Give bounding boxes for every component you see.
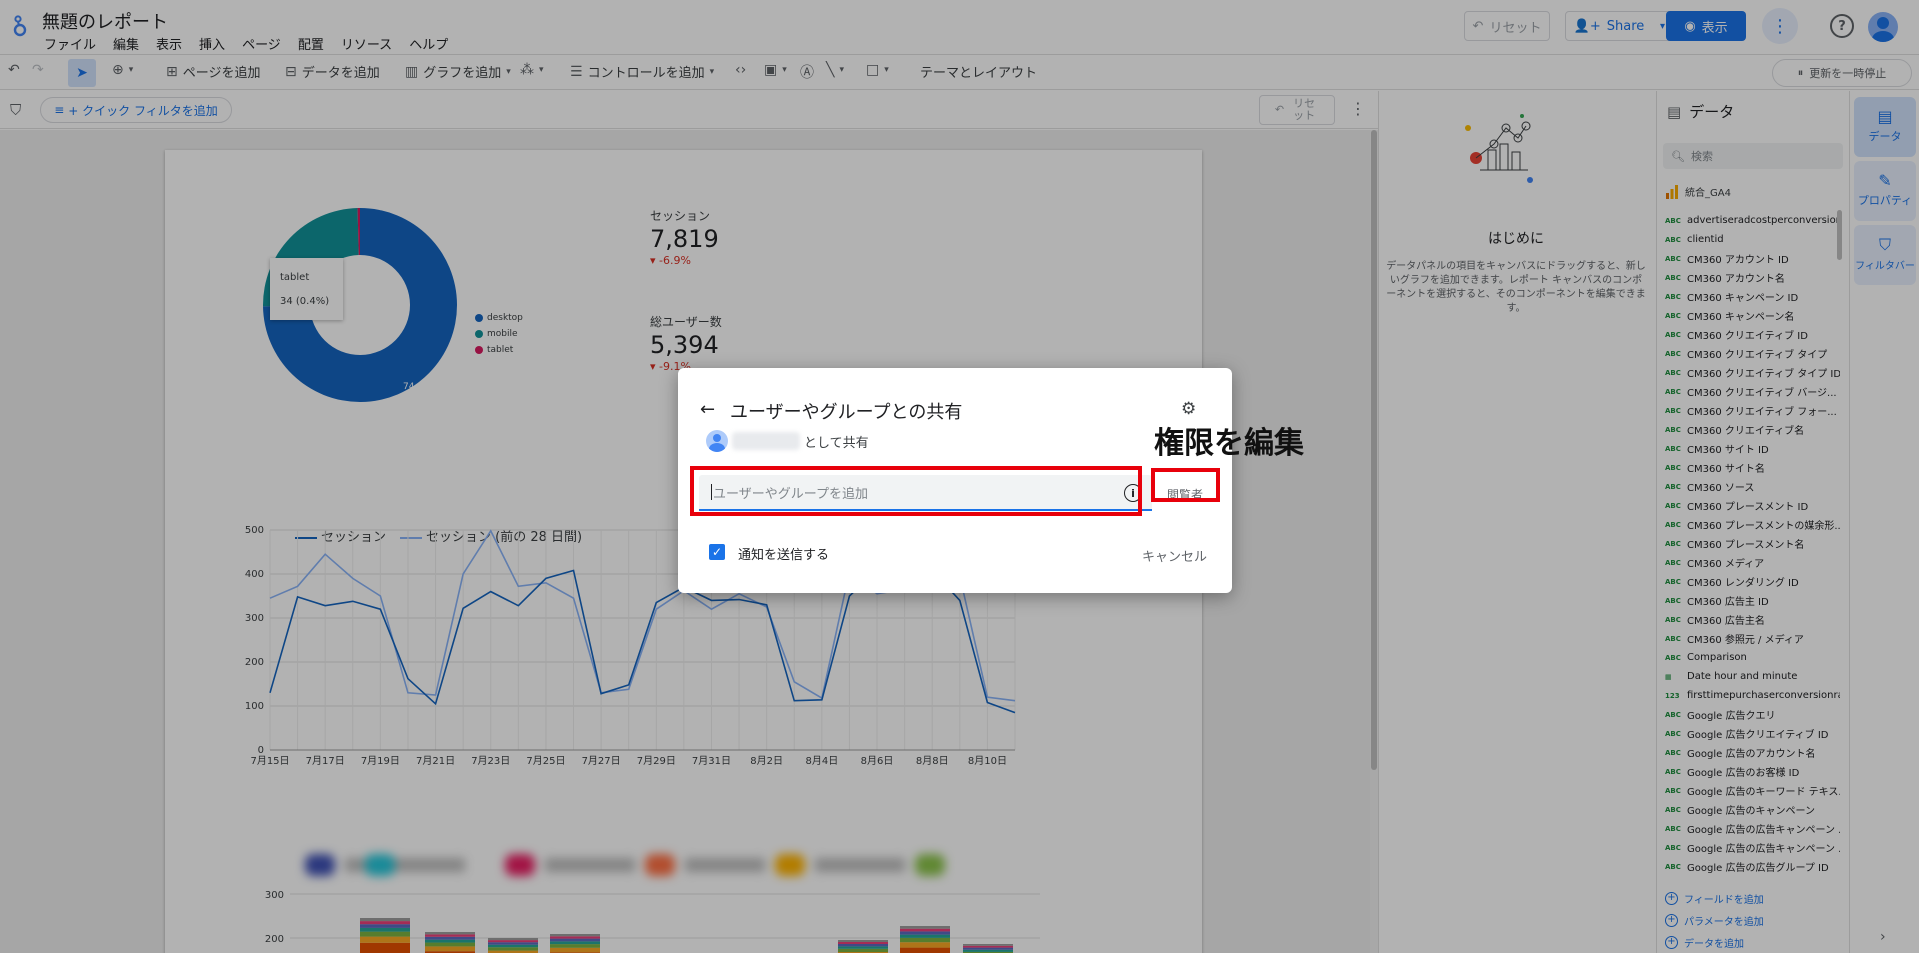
modal-scrim-right[interactable] xyxy=(1378,0,1919,953)
annotation-label: 権限を編集 xyxy=(1154,426,1304,461)
gear-icon[interactable]: ⚙ xyxy=(1181,399,1196,419)
owner-suffix: として共有 xyxy=(804,435,869,451)
redacted-owner-name xyxy=(732,432,800,450)
highlight-input-box xyxy=(690,466,1142,516)
dialog-title: ユーザーやグループとの共有 xyxy=(730,402,963,423)
notify-label: 通知を送信する xyxy=(738,548,830,563)
share-owner: として共有 xyxy=(706,430,869,452)
avatar xyxy=(706,430,728,452)
notify-checkbox[interactable]: ✓ xyxy=(709,544,725,560)
cancel-button[interactable]: キャンセル xyxy=(1142,546,1207,565)
back-arrow-icon[interactable]: ← xyxy=(700,399,715,420)
highlight-role-box xyxy=(1151,468,1220,502)
app-root: 無題のレポート ファイル 編集 表示 挿入 ページ 配置 リソース ヘルプ ↶ … xyxy=(0,0,1919,953)
